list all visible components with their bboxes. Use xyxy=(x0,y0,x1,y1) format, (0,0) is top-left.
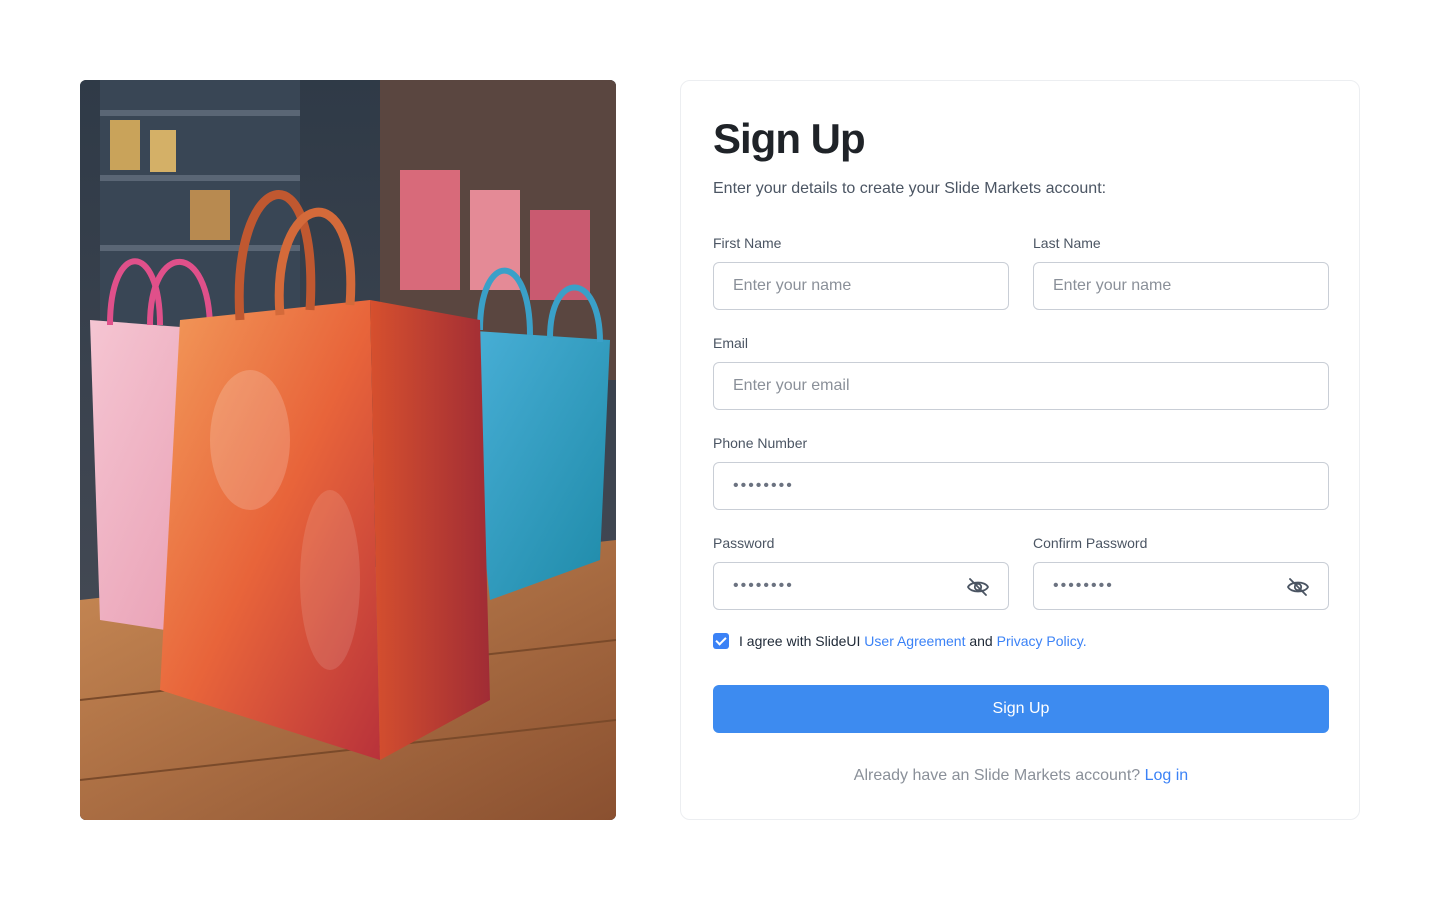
email-label: Email xyxy=(713,335,749,351)
last-name-input[interactable]: Enter your name xyxy=(1033,262,1329,310)
last-name-field: Last Name Enter your name xyxy=(1033,234,1329,310)
privacy-policy-link[interactable]: Privacy Policy. xyxy=(997,633,1087,649)
phone-field: Phone Number •••••••• xyxy=(713,434,1329,510)
last-name-placeholder: Enter your name xyxy=(1053,277,1172,294)
agreement-row: I agree with SlideUI User Agreement and … xyxy=(713,633,1087,649)
confirm-password-label: Confirm Password xyxy=(1033,535,1148,551)
email-placeholder: Enter your email xyxy=(733,377,850,394)
first-name-placeholder: Enter your name xyxy=(733,277,852,294)
login-prompt: Already have an Slide Markets account? L… xyxy=(681,767,1361,785)
sign-up-button[interactable]: Sign Up xyxy=(713,685,1329,733)
hero-image xyxy=(80,80,616,820)
login-prompt-text: Already have an Slide Markets account? xyxy=(853,767,1145,784)
first-name-input[interactable]: Enter your name xyxy=(713,262,1009,310)
eye-off-icon[interactable] xyxy=(966,575,990,599)
phone-input[interactable]: •••••••• xyxy=(713,462,1329,510)
signup-card: Sign Up Enter your details to create you… xyxy=(680,80,1360,820)
password-value: •••••••• xyxy=(733,577,794,594)
password-input[interactable]: •••••••• xyxy=(713,562,1009,610)
login-link[interactable]: Log in xyxy=(1145,767,1189,784)
user-agreement-link[interactable]: User Agreement xyxy=(864,633,965,649)
page-subtitle: Enter your details to create your Slide … xyxy=(713,180,1107,197)
phone-value: •••••••• xyxy=(733,477,794,494)
eye-off-icon[interactable] xyxy=(1286,575,1310,599)
agreement-and: and xyxy=(965,633,997,649)
last-name-label: Last Name xyxy=(1033,235,1101,251)
agree-checkbox[interactable] xyxy=(713,633,729,649)
email-field: Email Enter your email xyxy=(713,334,1329,410)
confirm-password-field: Confirm Password •••••••• xyxy=(1033,534,1329,610)
password-label: Password xyxy=(713,535,775,551)
confirm-password-value: •••••••• xyxy=(1053,577,1114,594)
shopping-bags-illustration xyxy=(80,80,616,820)
agreement-prefix: I agree with SlideUI xyxy=(739,633,865,649)
page-title: Sign Up xyxy=(713,115,866,162)
password-field: Password •••••••• xyxy=(713,534,1009,610)
confirm-password-input[interactable]: •••••••• xyxy=(1033,562,1329,610)
first-name-field: First Name Enter your name xyxy=(713,234,1009,310)
first-name-label: First Name xyxy=(713,235,782,251)
email-input[interactable]: Enter your email xyxy=(713,362,1329,410)
phone-label: Phone Number xyxy=(713,435,808,451)
